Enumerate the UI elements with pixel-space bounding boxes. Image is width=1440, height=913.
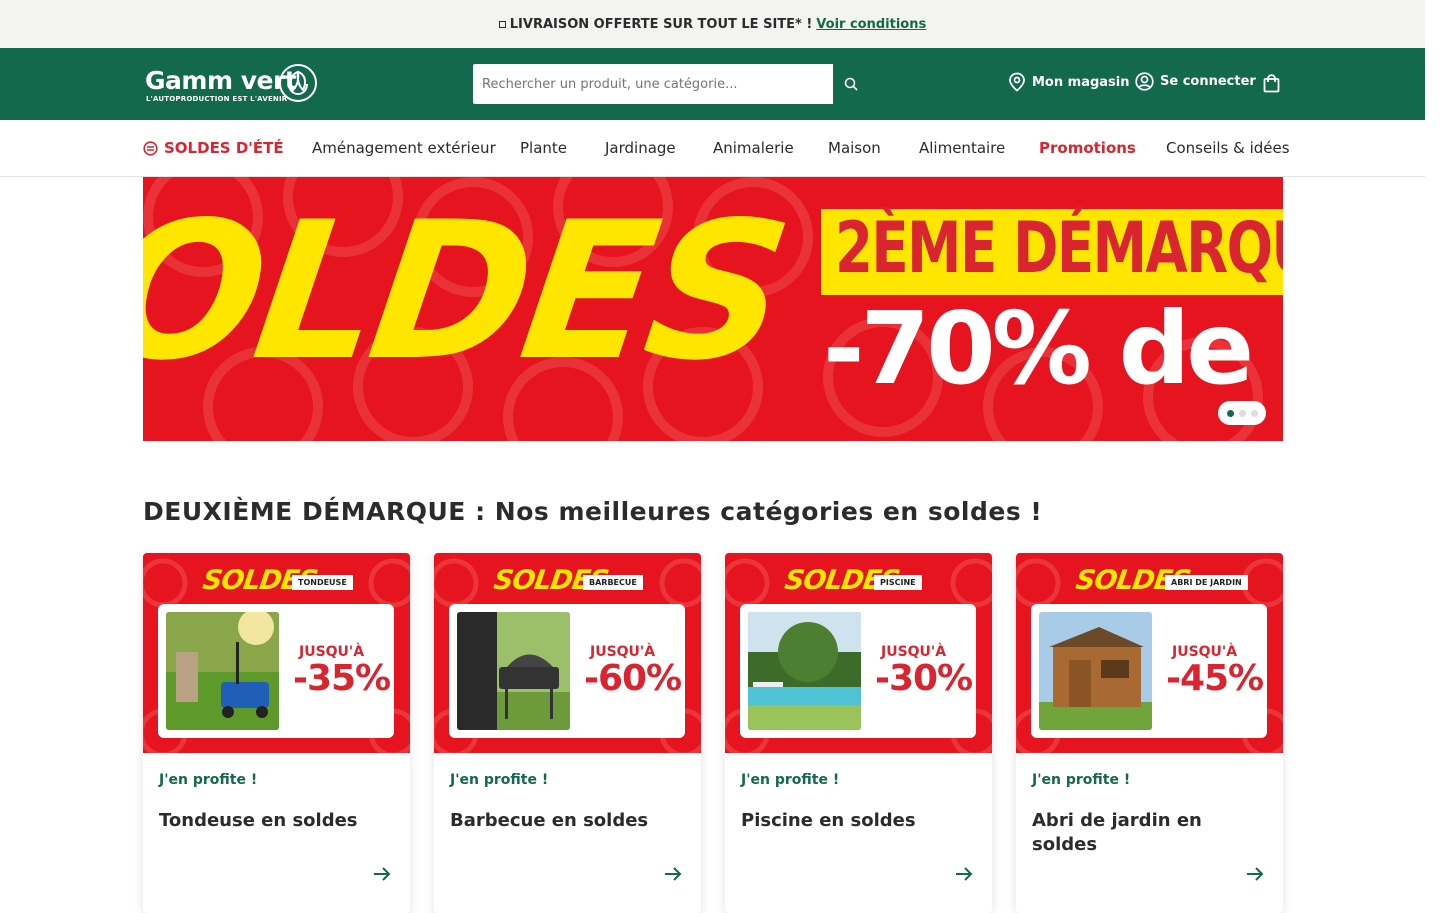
card-panel: JUSQU'À -35% — [158, 604, 394, 738]
card-tag: BARBECUE — [583, 575, 643, 590]
location-pin-icon — [1009, 72, 1025, 92]
category-card-tondeuse[interactable]: SOLDES TONDEUSE JUSQU'À -35% J'en profit… — [143, 553, 410, 913]
card-title[interactable]: Tondeuse en soldes — [159, 809, 394, 833]
sale-badge-icon — [143, 140, 158, 156]
card-image: SOLDES ABRI DE JARDIN JUSQU'À -45% — [1016, 553, 1283, 753]
card-discount: -30% — [875, 658, 973, 699]
card-discount: -35% — [293, 658, 391, 699]
category-card-abri-de-jardin[interactable]: SOLDES ABRI DE JARDIN JUSQU'À -45% J'en … — [1016, 553, 1283, 913]
login-label: Se connecter — [1160, 74, 1256, 89]
card-tag: ABRI DE JARDIN — [1165, 575, 1248, 590]
login-link[interactable]: Se connecter — [1135, 72, 1256, 91]
search-button[interactable] — [833, 64, 869, 104]
logo-text: Gamm vert — [145, 66, 297, 95]
nav-item-alimentaire[interactable]: Alimentaire — [919, 139, 1005, 157]
arrow-right-icon[interactable] — [373, 866, 391, 882]
announcement-text: LIVRAISON OFFERTE SUR TOUT LE SITE* ! — [509, 16, 813, 32]
arrow-right-icon[interactable] — [955, 866, 973, 882]
carousel-dot[interactable] — [1226, 409, 1234, 417]
card-tag: PISCINE — [874, 575, 922, 590]
lawnmower-photo — [166, 612, 279, 730]
nav-item-amenagement[interactable]: Aménagement extérieur — [312, 139, 496, 157]
carousel-dots — [1218, 401, 1266, 425]
card-panel: JUSQU'À -45% — [1031, 604, 1267, 738]
card-cta[interactable]: J'en profite ! — [159, 772, 257, 788]
shopping-bag-icon — [1263, 74, 1280, 93]
store-label: Mon magasin — [1032, 74, 1130, 90]
arrow-right-icon[interactable] — [1246, 866, 1264, 882]
card-title[interactable]: Abri de jardin en soldes — [1032, 809, 1267, 857]
site-header: Gamm vert L'AUTOPRODUCTION EST L'AVENIR … — [0, 48, 1425, 120]
category-card-piscine[interactable]: SOLDES PISCINE JUSQU'À -30% J'en profite… — [725, 553, 992, 913]
card-panel: JUSQU'À -60% — [449, 604, 685, 738]
card-discount: -45% — [1166, 658, 1264, 699]
garden-shed-photo — [1039, 612, 1152, 730]
arrow-right-icon[interactable] — [664, 866, 682, 882]
hero-headline: 2ÈME DÉMARQU — [835, 207, 1283, 289]
nav-item-maison[interactable]: Maison — [828, 139, 881, 157]
pool-photo — [748, 612, 861, 730]
card-cta[interactable]: J'en profite ! — [1032, 772, 1130, 788]
card-panel: JUSQU'À -30% — [740, 604, 976, 738]
main-nav: SOLDES D'ÉTÉ Aménagement extérieur Plant… — [0, 120, 1425, 177]
search-icon — [844, 77, 858, 91]
hero-banner[interactable]: OLDES 2ÈME DÉMARQU -70% de — [143, 177, 1283, 441]
cart-button[interactable] — [1263, 74, 1286, 93]
card-image: SOLDES PISCINE JUSQU'À -30% — [725, 553, 992, 753]
section-title: DEUXIÈME DÉMARQUE : Nos meilleures catég… — [143, 497, 1043, 526]
category-card-barbecue[interactable]: SOLDES BARBECUE JUSQU'À -60% J'en profit… — [434, 553, 701, 913]
card-title[interactable]: Barbecue en soldes — [450, 809, 685, 833]
logo-tagline: L'AUTOPRODUCTION EST L'AVENIR — [146, 95, 288, 103]
box-icon — [498, 20, 506, 28]
hero-soldes-word: OLDES — [143, 181, 796, 402]
card-title[interactable]: Piscine en soldes — [741, 809, 976, 833]
nav-label-soldes: SOLDES D'ÉTÉ — [164, 139, 284, 157]
nav-item-promotions[interactable]: Promotions — [1039, 139, 1136, 157]
nav-item-soldes[interactable]: SOLDES D'ÉTÉ — [143, 139, 284, 157]
carousel-dot[interactable] — [1250, 409, 1258, 417]
card-cta[interactable]: J'en profite ! — [741, 772, 839, 788]
card-discount: -60% — [584, 658, 682, 699]
card-tag: TONDEUSE — [292, 575, 353, 590]
nav-item-animalerie[interactable]: Animalerie — [713, 139, 794, 157]
nav-item-plante[interactable]: Plante — [520, 139, 567, 157]
nav-item-jardinage[interactable]: Jardinage — [605, 139, 676, 157]
barbecue-photo — [457, 612, 570, 730]
user-icon — [1135, 72, 1154, 91]
card-image: SOLDES BARBECUE JUSQU'À -60% — [434, 553, 701, 753]
logo[interactable]: Gamm vert L'AUTOPRODUCTION EST L'AVENIR — [145, 64, 320, 104]
card-image: SOLDES TONDEUSE JUSQU'À -35% — [143, 553, 410, 753]
leaf-logo-icon — [279, 64, 317, 102]
search-input[interactable] — [473, 64, 833, 104]
card-cta[interactable]: J'en profite ! — [450, 772, 548, 788]
hero-discount: -70% de — [823, 290, 1254, 407]
carousel-dot[interactable] — [1238, 409, 1246, 417]
store-link[interactable]: Mon magasin — [1008, 72, 1130, 92]
conditions-link[interactable]: Voir conditions — [816, 17, 926, 32]
announcement-bar: LIVRAISON OFFERTE SUR TOUT LE SITE* ! Vo… — [0, 0, 1425, 48]
nav-item-conseils[interactable]: Conseils & idées — [1166, 139, 1290, 157]
